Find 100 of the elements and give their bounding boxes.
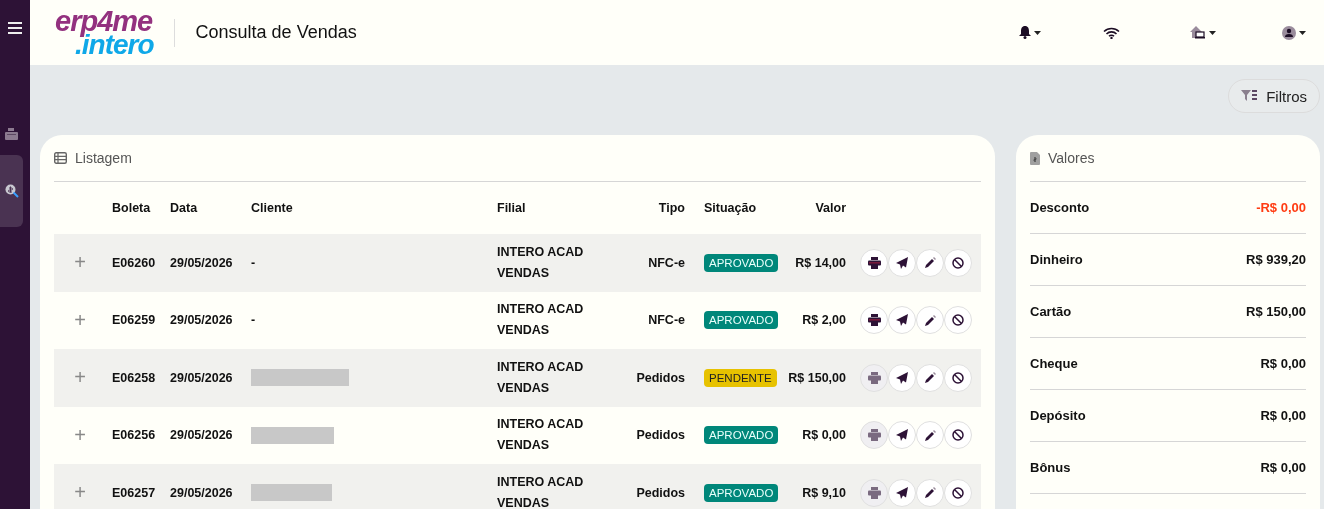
- printer-icon: [867, 314, 881, 327]
- paper-plane-icon: [896, 486, 908, 499]
- status-badge: APROVADO: [704, 426, 779, 445]
- prohibited-icon: [952, 314, 964, 327]
- send-button[interactable]: [888, 478, 916, 507]
- value-label: Desconto: [1030, 200, 1090, 215]
- caret-icon: [1299, 30, 1306, 35]
- column-header: Filial: [497, 201, 527, 215]
- cancel-button[interactable]: [944, 478, 972, 507]
- value-label: Cheque: [1030, 356, 1078, 371]
- table-cell-text: R$ 0,00: [801, 428, 847, 443]
- status-badge: PENDENTE: [704, 368, 777, 387]
- table-cell-text: -: [251, 255, 257, 270]
- user-avatar-icon: [1282, 25, 1296, 40]
- value-amount: R$ 939,20: [1246, 252, 1306, 267]
- table-cell-text: R$ 14,00: [794, 255, 847, 270]
- send-button[interactable]: [888, 363, 916, 392]
- value-label: Depósito: [1030, 408, 1086, 423]
- pencil-icon: [924, 314, 936, 326]
- paper-plane-icon: [896, 256, 908, 269]
- paper-plane-icon: [896, 371, 908, 384]
- table-cell-text: NFC-e: [647, 255, 686, 270]
- value-amount: R$ 0,00: [1260, 460, 1306, 475]
- pencil-icon: [924, 257, 936, 269]
- document-icon: [1030, 151, 1040, 165]
- table-cell-text: INTERO ACAD VENDAS: [497, 473, 585, 509]
- table-cell-text: Pedidos: [635, 428, 686, 443]
- page-title: Consulta de Vendas: [195, 22, 357, 43]
- menu-button[interactable]: [8, 22, 22, 34]
- printer-icon: [867, 371, 881, 384]
- filter-icon: [1241, 90, 1259, 102]
- paper-plane-icon: [896, 429, 908, 442]
- table-cell-text: Pedidos: [635, 485, 686, 500]
- edit-button[interactable]: [916, 248, 944, 277]
- pencil-icon: [924, 372, 936, 384]
- pencil-icon: [924, 429, 936, 441]
- value-amount: -R$ 0,00: [1256, 200, 1306, 215]
- send-button[interactable]: [888, 421, 916, 450]
- column-header: Boleta: [112, 201, 152, 215]
- money-search-icon: [4, 184, 19, 198]
- value-label: Cartão: [1030, 304, 1072, 319]
- filter-button[interactable]: Filtros: [1228, 79, 1320, 113]
- table-cell-text: E06260: [112, 255, 157, 270]
- cancel-button[interactable]: [944, 421, 972, 450]
- bell-icon: [1019, 26, 1031, 39]
- caret-icon: [1209, 30, 1216, 35]
- cancel-button[interactable]: [944, 363, 972, 392]
- edit-button[interactable]: [916, 363, 944, 392]
- table-cell-text: 29/05/2026: [170, 370, 234, 385]
- menu-icon: [8, 22, 22, 34]
- edit-button[interactable]: [916, 478, 944, 507]
- column-header: Tipo: [657, 201, 686, 215]
- wifi-icon: [1103, 26, 1120, 39]
- notifications-button[interactable]: [1019, 26, 1041, 39]
- pencil-icon: [924, 487, 936, 499]
- print-button[interactable]: [860, 306, 888, 335]
- user-button[interactable]: [1282, 25, 1306, 40]
- cancel-button[interactable]: [944, 248, 972, 277]
- table-cell-text: INTERO ACAD VENDAS: [497, 416, 585, 455]
- table-cell-text: E06257: [112, 485, 157, 500]
- paper-plane-icon: [896, 314, 908, 327]
- edit-button[interactable]: [916, 306, 944, 335]
- store-button[interactable]: [1190, 26, 1216, 39]
- value-label: Bônus: [1030, 460, 1071, 475]
- send-button[interactable]: [888, 248, 916, 277]
- expand-button[interactable]: +: [74, 481, 86, 505]
- expand-button[interactable]: +: [74, 251, 86, 275]
- table-icon: [54, 152, 67, 164]
- table-cell-text: E06256: [112, 428, 157, 443]
- table-cell-text: 29/05/2026: [170, 313, 234, 328]
- value-amount: R$ 0,00: [1260, 356, 1306, 371]
- expand-button[interactable]: +: [74, 366, 86, 390]
- column-header: Data: [170, 201, 199, 215]
- table-cell-text: INTERO ACAD VENDAS: [497, 301, 585, 340]
- table-cell-text: 29/05/2026: [170, 428, 234, 443]
- cash-register-icon: [5, 128, 18, 140]
- column-header: Cliente: [251, 201, 294, 215]
- send-button[interactable]: [888, 306, 916, 335]
- status-badge: APROVADO: [704, 253, 779, 272]
- edit-button[interactable]: [916, 421, 944, 450]
- print-button[interactable]: [860, 248, 888, 277]
- card-title: Valores: [1048, 150, 1095, 166]
- table-cell-text: E06259: [112, 313, 157, 328]
- status-badge: APROVADO: [704, 311, 779, 330]
- cancel-button[interactable]: [944, 306, 972, 335]
- table-cell-text: INTERO ACAD VENDAS: [497, 243, 585, 282]
- printer-icon: [867, 486, 881, 499]
- prohibited-icon: [952, 429, 964, 442]
- column-header: Valor: [814, 201, 847, 215]
- card-title: Listagem: [75, 150, 132, 166]
- value-amount: R$ 150,00: [1246, 304, 1306, 319]
- table-cell-text: R$ 9,10: [801, 485, 847, 500]
- table-cell-text: INTERO ACAD VENDAS: [497, 358, 585, 397]
- expand-button[interactable]: +: [74, 423, 86, 447]
- table-cell-text: 29/05/2026: [170, 485, 234, 500]
- expand-button[interactable]: +: [74, 308, 86, 332]
- sidebar-item[interactable]: [0, 155, 23, 227]
- table-cell-text: Pedidos: [635, 370, 686, 385]
- table-cell-text: E06258: [112, 370, 157, 385]
- caret-icon: [1034, 30, 1041, 35]
